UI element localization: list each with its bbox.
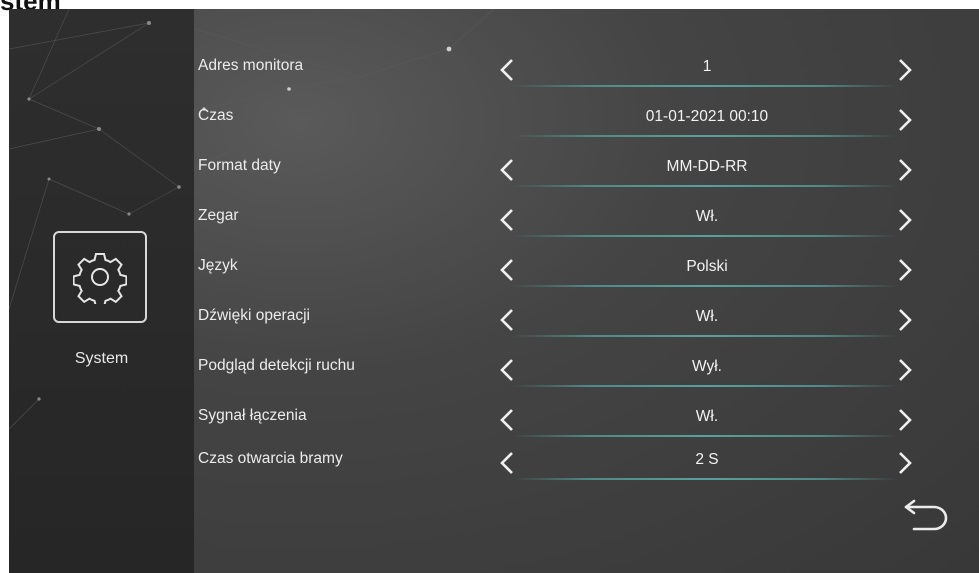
chevron-right-icon[interactable] [892,105,918,135]
value-underline [512,435,898,437]
chevron-left-icon[interactable] [494,305,520,335]
value-underline [512,235,898,237]
chevron-left-icon[interactable] [494,405,520,435]
system-menu-button[interactable] [53,231,147,323]
back-arrow-icon[interactable] [900,493,952,537]
setting-label: Czas otwarcia bramy [198,450,343,467]
setting-row-date-format: Format daty MM-DD-RR [194,155,979,195]
chevron-left-icon[interactable] [494,205,520,235]
value-underline [512,478,898,480]
setting-row-gate-open-time: Czas otwarcia bramy 2 S [194,448,979,488]
gear-icon [73,253,127,304]
setting-value: MM-DD-RR [666,158,748,175]
chevron-right-icon[interactable] [892,155,918,185]
chevron-right-icon[interactable] [892,55,918,85]
setting-value: Wł. [695,408,719,425]
chevron-left-icon[interactable] [494,355,520,385]
setting-row-clock: Zegar Wł. [194,205,979,245]
setting-label: Podgląd detekcji ruchu [198,357,355,374]
setting-value: Wł. [695,308,719,325]
value-underline [512,135,898,137]
setting-value: 01-01-2021 00:10 [645,108,769,125]
chevron-left-icon[interactable] [494,255,520,285]
value-underline [512,85,898,87]
setting-value: Wył. [692,358,722,375]
setting-label: Format daty [198,157,281,174]
setting-row-time: Czas 01-01-2021 00:10 [194,105,979,145]
value-underline [512,335,898,337]
setting-label: Czas [198,107,234,124]
value-underline [512,385,898,387]
value-underline [512,185,898,187]
setting-label: Dźwięki operacji [198,307,310,324]
chevron-right-icon[interactable] [892,305,918,335]
setting-row-connection-signal: Sygnał łączenia Wł. [194,405,979,445]
setting-label: Sygnał łączenia [198,407,307,424]
chevron-right-icon[interactable] [892,205,918,235]
chevron-left-icon[interactable] [494,448,520,478]
setting-row-monitor-address: Adres monitora 1 [194,55,979,95]
setting-row-motion-preview: Podgląd detekcji ruchu Wył. [194,355,979,395]
setting-row-operation-sounds: Dźwięki operacji Wł. [194,305,979,345]
monitor-screen: System Adres monitora 1 Czas 01-01-2021 … [9,9,979,573]
sidebar: System [9,9,194,573]
settings-panel: Adres monitora 1 Czas 01-01-2021 00:10 F… [194,9,979,573]
chevron-left-icon[interactable] [494,55,520,85]
setting-value: Polski [686,258,728,275]
chevron-right-icon[interactable] [892,448,918,478]
chevron-right-icon[interactable] [892,355,918,385]
chevron-right-icon[interactable] [892,255,918,285]
chevron-left-icon[interactable] [494,155,520,185]
setting-value: Wł. [695,208,719,225]
setting-value: 1 [702,58,712,75]
setting-row-language: Język Polski [194,255,979,295]
sidebar-label-system: System [74,350,129,367]
setting-value: 2 S [695,451,719,468]
value-underline [512,285,898,287]
setting-label: Język [198,257,238,274]
setting-label: Zegar [198,207,239,224]
chevron-right-icon[interactable] [892,405,918,435]
setting-label: Adres monitora [198,57,304,74]
